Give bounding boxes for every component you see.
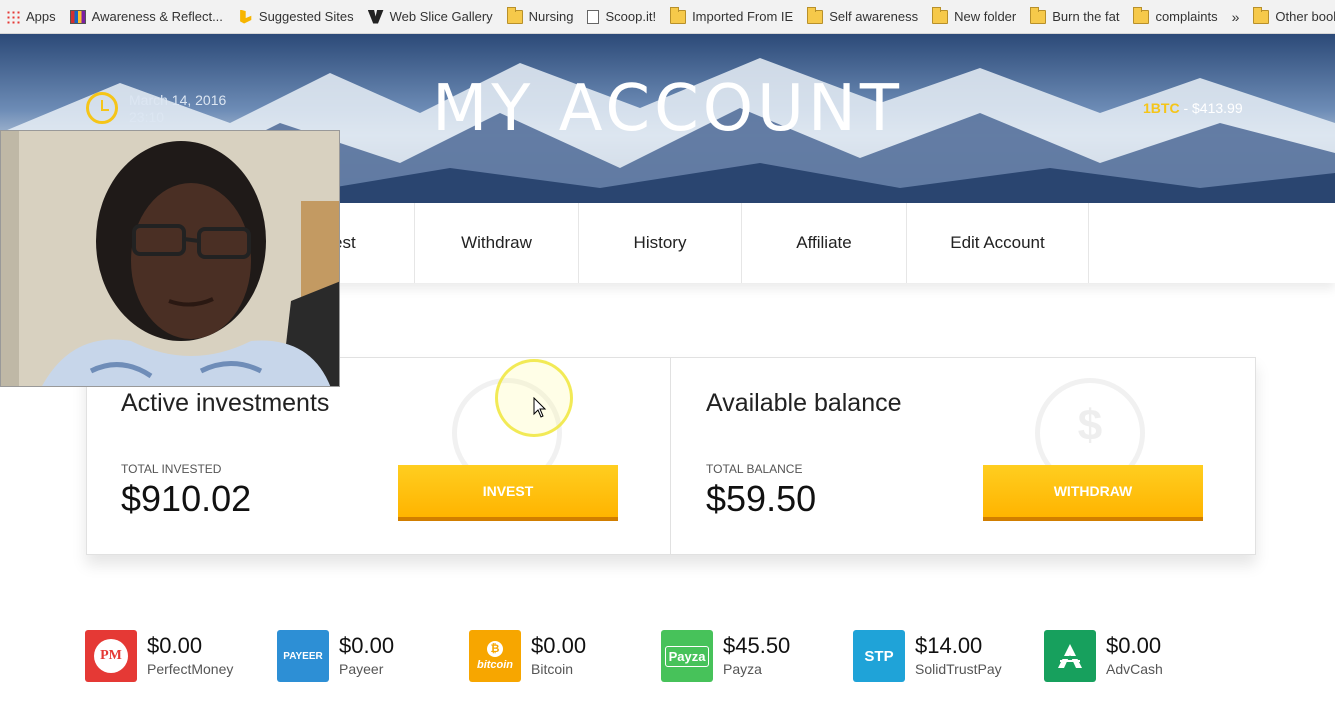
bookmark-imported-from-ie[interactable]: Imported From IE	[670, 6, 794, 24]
page-icon	[587, 9, 600, 24]
bookmark-label: Self awareness	[829, 9, 919, 24]
payment-amount: $45.50	[723, 633, 791, 658]
total-invested-amount: $910.02	[121, 478, 252, 519]
bookmark-label: New folder	[954, 9, 1017, 24]
bookmark-label: Imported From IE	[692, 9, 794, 24]
invest-button[interactable]: INVEST	[398, 465, 618, 521]
advcash-a-icon	[1058, 644, 1082, 668]
apps-grid-icon	[6, 9, 20, 24]
pm-badge: PM	[94, 639, 128, 673]
bookmark-suggested-sites[interactable]: Suggested Sites	[237, 9, 354, 24]
payza-wordmark: Payza	[664, 645, 710, 667]
bookmark-label: Awareness & Reflect...	[91, 9, 223, 24]
bookmark-scoopit[interactable]: Scoop.it!	[587, 9, 656, 24]
bookmark-self-awareness[interactable]: Self awareness	[807, 6, 919, 24]
payment-amount: $14.00	[915, 633, 983, 658]
bookmark-web-slice-gallery[interactable]: Web Slice Gallery	[367, 9, 493, 24]
payment-amount: $0.00	[531, 633, 587, 658]
bookmarks-overflow-button[interactable]: »	[1232, 9, 1240, 25]
nav-item-edit-account[interactable]: Edit Account	[907, 203, 1089, 283]
bookmark-apps[interactable]: Apps	[6, 9, 56, 24]
folder-icon	[932, 6, 949, 24]
payment-name: AdvCash	[1106, 661, 1163, 677]
bookmark-label: Web Slice Gallery	[389, 9, 493, 24]
bookmark-burn-the-fat[interactable]: Burn the fat	[1030, 6, 1120, 24]
available-balance-panel: $ Available balance TOTAL BALANCE $59.50…	[672, 358, 1255, 554]
payment-amount: $0.00	[339, 633, 395, 658]
btc-separator: -	[1183, 100, 1189, 116]
bookmark-complaints[interactable]: complaints	[1133, 6, 1218, 24]
folder-icon	[506, 6, 523, 24]
bookmark-label: Nursing	[528, 9, 574, 24]
active-investments-panel: Active investments TOTAL INVESTED $910.0…	[87, 358, 671, 554]
total-balance-amount: $59.50	[706, 478, 817, 519]
bookmark-label: complaints	[1155, 9, 1218, 24]
payment-name: Payeer	[339, 661, 384, 677]
payment-name: Bitcoin	[531, 661, 574, 677]
bitcoin-wordmark: bitcoin	[476, 659, 514, 671]
total-invested-label: TOTAL INVESTED	[121, 462, 222, 476]
btc-label: 1BTC	[1143, 100, 1180, 116]
watermark-symbol: $	[1077, 401, 1103, 450]
web-slice-icon	[367, 9, 384, 24]
withdraw-button[interactable]: WITHDRAW	[983, 465, 1203, 521]
perfectmoney-logo-icon: PM	[85, 630, 137, 682]
panel-title: Active investments	[121, 389, 330, 417]
mouse-pointer-icon	[533, 397, 547, 418]
folder-icon	[670, 6, 687, 24]
advcash-logo-icon	[1044, 630, 1096, 682]
bookmark-label: Suggested Sites	[258, 9, 354, 24]
bing-icon	[240, 9, 252, 24]
bookmark-label: Other bookma	[1275, 9, 1335, 24]
bookmark-other-bookmarks[interactable]: Other bookma	[1253, 6, 1335, 24]
panel-title: Available balance	[706, 389, 902, 417]
folder-icon	[807, 6, 824, 24]
folder-icon	[1133, 6, 1150, 24]
bookmark-label: Burn the fat	[1052, 9, 1120, 24]
awareness-icon	[69, 9, 86, 24]
bookmark-nursing[interactable]: Nursing	[506, 6, 574, 24]
webcam-person-image	[1, 131, 339, 386]
bookmark-awareness[interactable]: Awareness & Reflect...	[69, 9, 223, 24]
nav-item-withdraw[interactable]: Withdraw	[415, 203, 579, 283]
page: { "bookmarks": { "items": [ {"label": "A…	[0, 0, 1335, 720]
payeer-logo-icon: PAYEER	[277, 630, 329, 682]
bookmark-new-folder[interactable]: New folder	[932, 6, 1017, 24]
payment-systems: PM $0.00 PerfectMoney PAYEER $0.00 Payee…	[85, 630, 1235, 682]
btc-price: $413.99	[1192, 100, 1243, 116]
bitcoin-logo-icon: ₿ bitcoin	[469, 630, 521, 682]
nav-item-affiliate[interactable]: Affiliate	[742, 203, 907, 283]
payment-name: SolidTrustPay	[915, 661, 1002, 677]
webcam-overlay	[0, 130, 340, 387]
payment-amount: $0.00	[1106, 633, 1162, 658]
payment-name: Payza	[723, 661, 762, 677]
bookmarks-bar: Apps Awareness & Reflect... Suggested Si…	[0, 0, 1335, 34]
total-balance-label: TOTAL BALANCE	[706, 462, 803, 476]
bitcoin-coin-icon: ₿	[487, 641, 503, 657]
bookmark-label: Scoop.it!	[605, 9, 657, 24]
payment-name: PerfectMoney	[147, 661, 234, 677]
payment-amount: $0.00	[147, 633, 203, 658]
bookmark-label: Apps	[26, 9, 56, 24]
nav-item-history[interactable]: History	[579, 203, 742, 283]
folder-icon	[1030, 6, 1047, 24]
folder-icon	[1253, 6, 1270, 24]
btc-rate: 1BTC - $413.99	[1143, 100, 1243, 116]
payza-logo-icon: Payza	[661, 630, 713, 682]
solidtrustpay-logo-icon: STP	[853, 630, 905, 682]
